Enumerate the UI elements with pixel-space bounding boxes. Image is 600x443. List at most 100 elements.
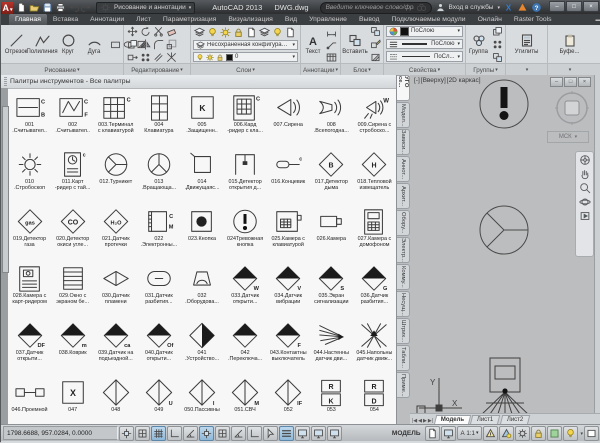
ribbon-tab-вид[interactable]: Вид bbox=[279, 14, 303, 25]
palette-tab-Обору[interactable]: Обору... bbox=[397, 210, 410, 236]
palette-item-045[interactable]: 045.Напольны датчик движ... bbox=[353, 320, 396, 377]
palette-item-005[interactable]: K005 .Защищенн.. bbox=[180, 92, 223, 149]
undo-icon[interactable] bbox=[68, 2, 80, 13]
palette-item-010[interactable]: 010 .Стробоскоп bbox=[8, 149, 51, 206]
palette-item-015[interactable]: 015.Детектор открытия д... bbox=[224, 149, 267, 206]
group-button[interactable]: Группа bbox=[468, 27, 489, 61]
palette-item-007[interactable]: 007.Сирена bbox=[267, 92, 310, 149]
palette-tab-Комму[interactable]: Комму... bbox=[397, 264, 410, 290]
palette-item-016[interactable]: c016.Концевик bbox=[267, 149, 310, 206]
palette-item-006[interactable]: C006.Кард -ридер с кла... bbox=[224, 92, 267, 149]
rect-icon[interactable] bbox=[109, 38, 121, 50]
drawing-canvas[interactable]: [-][Вверху][2D каркас] – □ × МСК Y X bbox=[410, 75, 600, 413]
osnap-toggle[interactable] bbox=[199, 426, 214, 441]
hardware-accel-button[interactable] bbox=[563, 426, 578, 441]
palette-item-030[interactable]: 030.Датчик пламени bbox=[94, 263, 137, 320]
text-button[interactable]: A Текст bbox=[303, 27, 323, 61]
annotation-autoscale-button[interactable] bbox=[499, 426, 514, 441]
palette-item-033[interactable]: W033.Датчик открыти... bbox=[224, 263, 267, 320]
palette-tab-Несущ[interactable]: Несущ... bbox=[397, 291, 410, 317]
ribbon-tab-лист[interactable]: Лист bbox=[130, 14, 157, 25]
ribbon-tab-вставка[interactable]: Вставка bbox=[47, 14, 84, 25]
annotation-visibility-button[interactable] bbox=[483, 426, 498, 441]
copy-icon[interactable] bbox=[491, 25, 503, 37]
palette-tab-Аннот[interactable]: Аннот... bbox=[397, 156, 410, 182]
palette-item-023[interactable]: 023.Кнопка bbox=[180, 206, 223, 263]
palette-item-013[interactable]: 013 .Вращающа... bbox=[137, 149, 180, 206]
palette-item-053[interactable]: RK053 bbox=[310, 377, 353, 424]
palette-item-040[interactable]: Of040.Датчик открыти... bbox=[137, 320, 180, 377]
view-cube[interactable] bbox=[553, 89, 591, 127]
doc-restore-button[interactable]: □ bbox=[564, 77, 577, 87]
palette-item-031[interactable]: 031.Датчик разбития... bbox=[137, 263, 180, 320]
sun2-icon[interactable] bbox=[219, 26, 231, 38]
palette-item-038[interactable]: m038.Коврик bbox=[51, 320, 94, 377]
close-button[interactable]: × bbox=[583, 1, 599, 12]
navigation-bar[interactable] bbox=[575, 151, 594, 257]
palette-item-003[interactable]: C003.Терминал с клавиатурой bbox=[94, 92, 137, 149]
layer-config-dropdown[interactable]: Несохраненная конфигурация сло bbox=[193, 40, 298, 50]
dyn-toggle[interactable] bbox=[263, 426, 278, 441]
doc-close-button[interactable]: × bbox=[578, 77, 591, 87]
doc-minimize-button[interactable]: – bbox=[550, 77, 563, 87]
ribbon-tab-аннотации[interactable]: Аннотации bbox=[84, 14, 130, 25]
color-dropdown[interactable]: ПоСлою bbox=[386, 26, 463, 37]
alarm-symbol-entity[interactable] bbox=[478, 78, 530, 130]
erase-icon[interactable] bbox=[165, 25, 177, 37]
palette-item-028[interactable]: 028.Камера с карт-ридером bbox=[8, 263, 51, 320]
palette-item-036[interactable]: G036.Датчик разбития... bbox=[353, 263, 396, 320]
pan-hand-icon[interactable] bbox=[579, 168, 591, 180]
layout-quickview-button[interactable] bbox=[425, 426, 440, 441]
snap-toggle[interactable] bbox=[135, 426, 150, 441]
offset-icon[interactable] bbox=[152, 51, 164, 63]
grid-toggle[interactable] bbox=[151, 426, 166, 441]
save-file-icon[interactable] bbox=[42, 2, 54, 13]
ribbon-tab-вывод[interactable]: Вывод bbox=[353, 14, 386, 25]
sc-toggle[interactable] bbox=[327, 426, 342, 441]
status-menu-arrow-icon[interactable] bbox=[579, 430, 583, 437]
palette-item-043[interactable]: F043.Контактны выключатель bbox=[267, 320, 310, 377]
palette-item-037[interactable]: DF037.Датчик открыти... bbox=[8, 320, 51, 377]
linetype-dropdown[interactable]: ПоСл... bbox=[386, 51, 463, 62]
palette-item-020[interactable]: CO020.Детектор окиси угле... bbox=[51, 206, 94, 263]
draw-button-circle[interactable]: Круг bbox=[55, 27, 81, 61]
isolate-objects-button[interactable] bbox=[547, 426, 562, 441]
help-icon[interactable]: ? bbox=[531, 2, 542, 14]
otrack-toggle[interactable] bbox=[231, 426, 246, 441]
coordinates-display[interactable]: 1798.6688, 957.0284, 0.0000 bbox=[3, 426, 118, 440]
palette-item-042[interactable]: 042 .Переключа... bbox=[224, 320, 267, 377]
tpy-toggle[interactable] bbox=[295, 426, 310, 441]
insert-icon[interactable] bbox=[369, 25, 381, 37]
explode-icon[interactable] bbox=[165, 51, 177, 63]
palette-item-054[interactable]: RD054 bbox=[353, 377, 396, 424]
tool-palette-header[interactable]: Палитры инструментов - Все палитры bbox=[1, 75, 396, 89]
workspace-switcher[interactable]: Рисование и аннотации bbox=[96, 2, 195, 14]
viewport-view-control[interactable]: [Вверху] bbox=[421, 77, 446, 84]
clean-screen-button[interactable] bbox=[584, 426, 599, 441]
palette-item-014[interactable]: 014 .Движущаяс... bbox=[180, 149, 223, 206]
ui-lock-button[interactable] bbox=[531, 426, 546, 441]
palette-item-029[interactable]: 029.Окно с экраном бе... bbox=[51, 263, 94, 320]
rotate-icon[interactable] bbox=[139, 25, 151, 37]
dim-icon[interactable] bbox=[325, 25, 337, 37]
annotation-scale-button[interactable]: А 1:1 bbox=[457, 426, 483, 440]
draw-button-line[interactable]: Отрезок bbox=[3, 27, 29, 61]
stretch-icon[interactable] bbox=[126, 51, 138, 63]
array-icon[interactable] bbox=[139, 51, 151, 63]
palette-item-002[interactable]: CF002 .Считывател.. bbox=[51, 92, 94, 149]
palette-item-017[interactable]: B017.Детектор дыма bbox=[310, 149, 353, 206]
palette-item-019[interactable]: gas019.Детектор газа bbox=[8, 206, 51, 263]
restore-button[interactable]: □ bbox=[566, 1, 582, 12]
minimize-button[interactable]: – bbox=[549, 1, 565, 12]
draw-button-pline[interactable]: Полилиния bbox=[29, 27, 55, 61]
showmotion-icon[interactable] bbox=[579, 210, 591, 222]
ortho-toggle[interactable] bbox=[167, 426, 182, 441]
palette-item-027[interactable]: 027.Камера с домофоном bbox=[353, 206, 396, 263]
exchange-icon[interactable]: X bbox=[503, 2, 514, 14]
insert-icon[interactable] bbox=[491, 51, 503, 63]
copy-icon[interactable] bbox=[126, 38, 138, 50]
palette-item-039[interactable]: ca039.Датчик на подъездной... bbox=[94, 320, 137, 377]
palette-item-021[interactable]: H₂O021.Датчик протечки bbox=[94, 206, 137, 263]
layerp-icon[interactable] bbox=[258, 26, 270, 38]
clipboard-button[interactable]: Буфе... bbox=[557, 27, 583, 61]
